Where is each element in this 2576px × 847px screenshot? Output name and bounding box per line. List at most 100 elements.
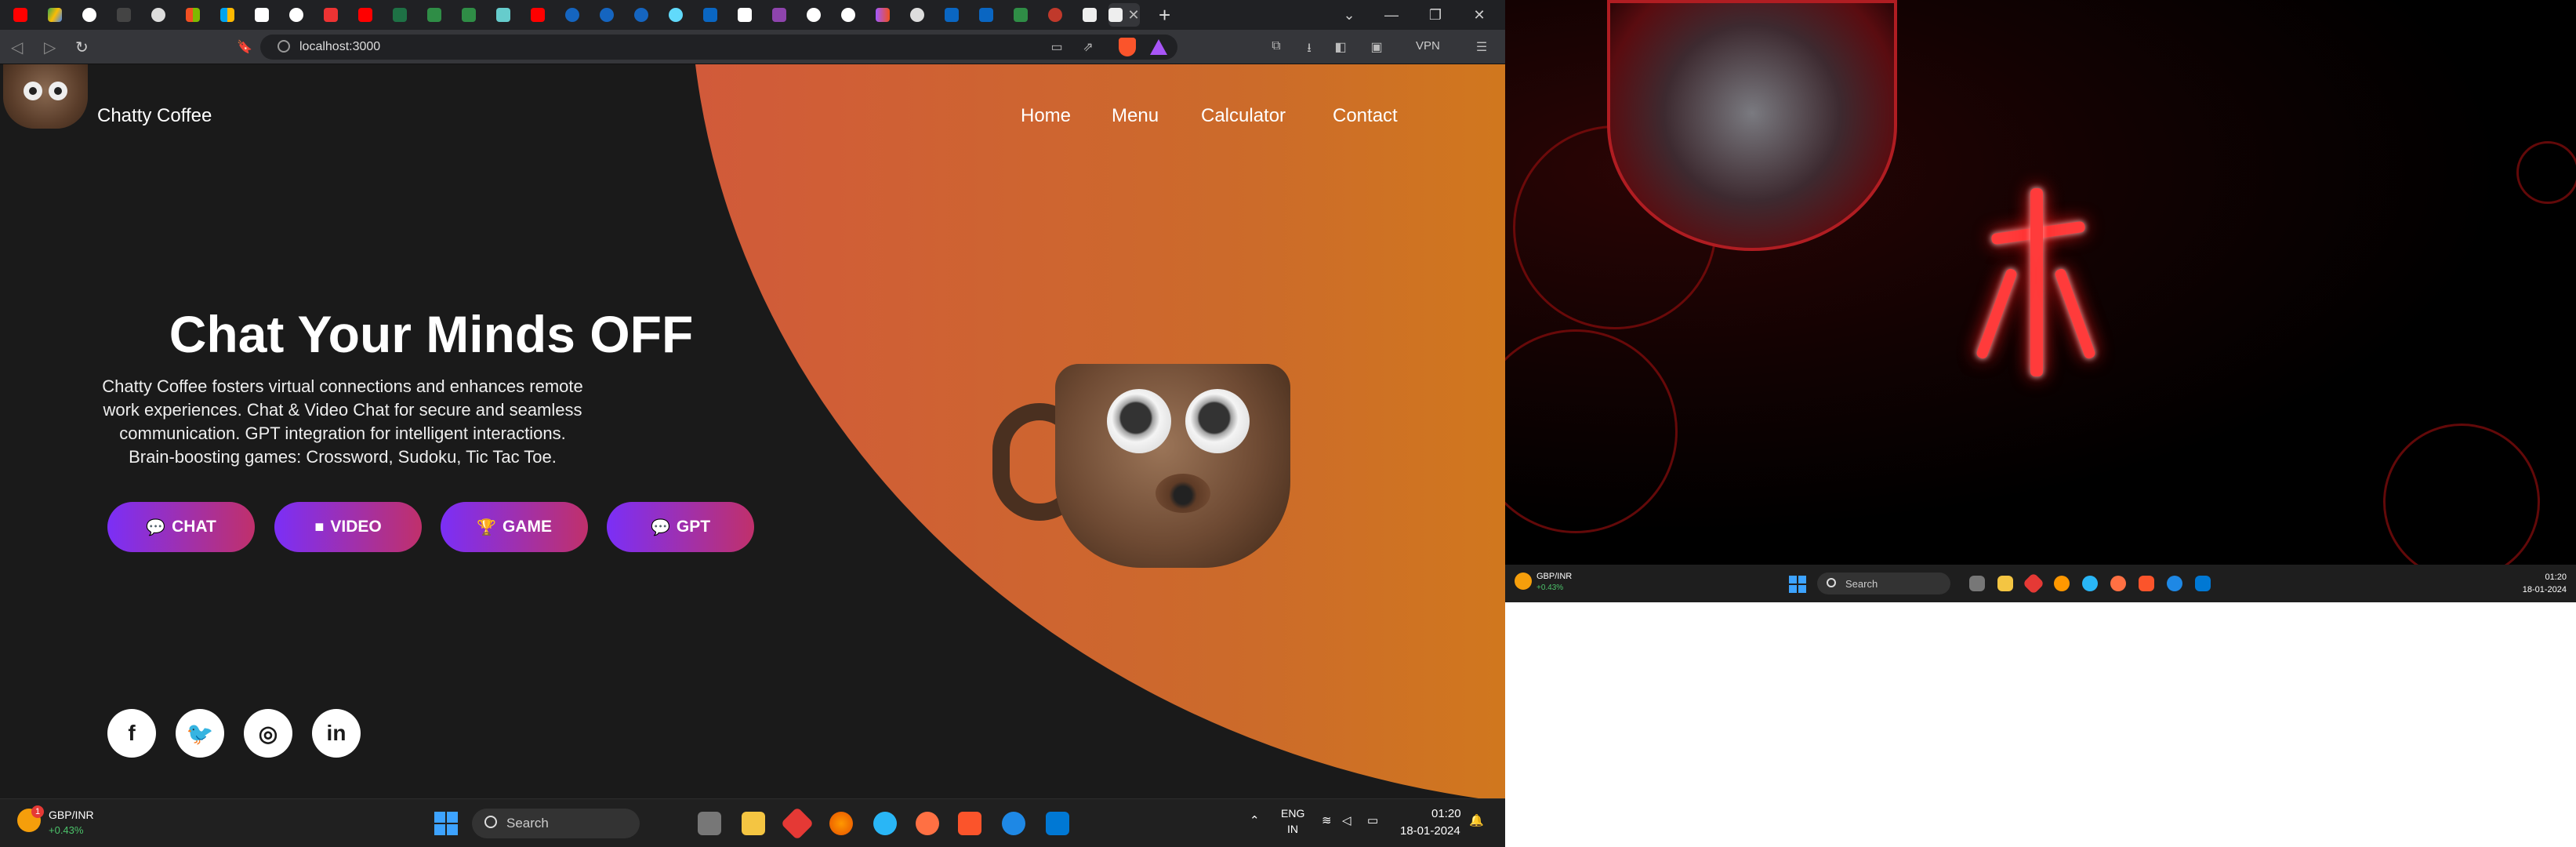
app-store-icon[interactable] <box>2167 576 2182 591</box>
restore-icon[interactable]: ❐ <box>1416 0 1455 30</box>
tab-flag[interactable] <box>729 3 760 27</box>
language-bottom[interactable]: IN <box>1287 823 1298 835</box>
tab-linkedin-3[interactable] <box>971 3 1002 27</box>
ticker-name[interactable]: GBP/INR <box>1537 572 1572 581</box>
clock-time[interactable]: 01:20 <box>1431 807 1461 820</box>
tab-c-2[interactable] <box>591 3 622 27</box>
show-hidden-icons[interactable]: ⌃ <box>1250 813 1260 827</box>
new-tab-button[interactable]: + <box>1159 3 1170 27</box>
duckduckgo-icon[interactable] <box>916 812 939 835</box>
tab-c-1[interactable] <box>557 3 588 27</box>
brave-rewards-icon[interactable] <box>1150 39 1167 55</box>
tab-google[interactable] <box>74 3 105 27</box>
tab-t[interactable] <box>315 3 346 27</box>
tab-react[interactable] <box>660 3 691 27</box>
tab-g[interactable] <box>764 3 795 27</box>
forward-icon[interactable]: ▷ <box>44 38 56 57</box>
tab-c-3[interactable] <box>626 3 657 27</box>
cast-icon[interactable]: ▭ <box>1049 39 1065 55</box>
tab-figma[interactable] <box>867 3 898 27</box>
tab-drive[interactable] <box>39 3 71 27</box>
video-button[interactable]: ■ VIDEO <box>274 502 422 552</box>
firefox-icon[interactable] <box>2054 576 2070 591</box>
tab-gg-2[interactable] <box>1005 3 1036 27</box>
weather-widget-icon[interactable] <box>1515 573 1532 590</box>
tab-youtube-2[interactable] <box>350 3 381 27</box>
file-explorer-icon[interactable] <box>1997 576 2013 591</box>
game-button[interactable]: 🏆 GAME <box>441 502 588 552</box>
extensions-icon[interactable]: ⧉ <box>1268 39 1284 55</box>
taskbar-search[interactable]: Search <box>1817 573 1950 594</box>
task-view-icon[interactable] <box>1969 576 1985 591</box>
brand-name[interactable]: Chatty Coffee <box>97 105 212 127</box>
twitter-icon[interactable]: 🐦 <box>176 709 224 758</box>
vscode-icon[interactable] <box>1046 812 1069 835</box>
site-info-icon[interactable] <box>278 40 290 53</box>
app-red-icon[interactable] <box>780 806 815 841</box>
share-icon[interactable]: ⇗ <box>1080 39 1096 55</box>
linkedin-icon[interactable]: in <box>312 709 361 758</box>
battery-icon[interactable]: ▭ <box>1367 813 1378 827</box>
close-tab-icon[interactable]: ✕ <box>1127 7 1139 24</box>
brave-icon[interactable] <box>958 812 981 835</box>
tab-youtube[interactable] <box>5 3 36 27</box>
tab-linkedin[interactable] <box>695 3 726 27</box>
notifications-icon[interactable]: 🔔 <box>1469 813 1484 827</box>
tab-github-2[interactable] <box>833 3 864 27</box>
tab-geeks[interactable] <box>419 3 450 27</box>
tab-app[interactable] <box>1074 3 1105 27</box>
vpn-button[interactable]: VPN <box>1416 39 1440 53</box>
app-store-icon[interactable] <box>1002 812 1025 835</box>
start-icon[interactable] <box>1789 576 1806 593</box>
tab-red[interactable] <box>1039 3 1071 27</box>
nav-menu[interactable]: Menu <box>1112 105 1159 127</box>
tab-linkedin-2[interactable] <box>936 3 967 27</box>
wifi-icon[interactable]: ≋ <box>1322 813 1332 827</box>
tab-sheet[interactable] <box>384 3 415 27</box>
gpt-button[interactable]: 💬 GPT <box>607 502 754 552</box>
brave-shields-icon[interactable] <box>1119 38 1136 56</box>
menu-icon[interactable]: ☰ <box>1474 39 1489 55</box>
tab-search-icon[interactable]: ⌄ <box>1330 0 1369 30</box>
nav-calculator[interactable]: Calculator <box>1201 105 1286 127</box>
tab-youtube-3[interactable] <box>522 3 553 27</box>
browser-icon[interactable] <box>2082 576 2098 591</box>
duckduckgo-icon[interactable] <box>2110 576 2126 591</box>
clock-date[interactable]: 18-01-2024 <box>1400 824 1460 838</box>
tab-chatgpt-2[interactable] <box>902 3 933 27</box>
start-icon[interactable] <box>434 812 458 835</box>
tab-github-1[interactable] <box>798 3 829 27</box>
tab-microsoft[interactable] <box>177 3 209 27</box>
close-window-icon[interactable]: ✕ <box>1460 0 1499 30</box>
download-icon[interactable]: ⭳ <box>1301 39 1317 55</box>
taskbar-search[interactable]: Search <box>472 809 640 838</box>
tab-gg[interactable] <box>453 3 484 27</box>
tab-doc[interactable] <box>488 3 519 27</box>
nav-home[interactable]: Home <box>1021 105 1071 127</box>
reload-icon[interactable]: ↻ <box>75 38 89 57</box>
sidebar-icon[interactable]: ◧ <box>1333 39 1348 55</box>
tab-ai[interactable] <box>108 3 140 27</box>
firefox-icon[interactable] <box>829 812 853 835</box>
ticker-name[interactable]: GBP/INR <box>49 809 94 821</box>
chat-button[interactable]: 💬 CHAT <box>107 502 255 552</box>
tab-microsoft-2[interactable] <box>212 3 243 27</box>
nav-contact[interactable]: Contact <box>1333 105 1398 127</box>
back-icon[interactable]: ◁ <box>11 38 23 57</box>
wallet-icon[interactable]: ▣ <box>1369 39 1384 55</box>
tab-localhost[interactable]: ✕ <box>1108 3 1140 27</box>
facebook-icon[interactable]: f <box>107 709 156 758</box>
logo-mug-image[interactable] <box>3 64 88 129</box>
tab-wiki[interactable] <box>246 3 278 27</box>
tab-google-2[interactable] <box>281 3 312 27</box>
bookmark-icon[interactable]: 🔖 <box>237 39 252 55</box>
browser-icon[interactable] <box>873 812 897 835</box>
url-field[interactable]: localhost:3000 <box>260 35 1177 60</box>
language-top[interactable]: ENG <box>1281 807 1304 820</box>
task-view-icon[interactable] <box>698 812 721 835</box>
file-explorer-icon[interactable] <box>742 812 765 835</box>
vscode-icon[interactable] <box>2195 576 2211 591</box>
tab-chatgpt[interactable] <box>143 3 174 27</box>
minimize-icon[interactable]: — <box>1372 0 1411 30</box>
clock[interactable]: 01:20 18-01-2024 <box>2523 571 2567 596</box>
